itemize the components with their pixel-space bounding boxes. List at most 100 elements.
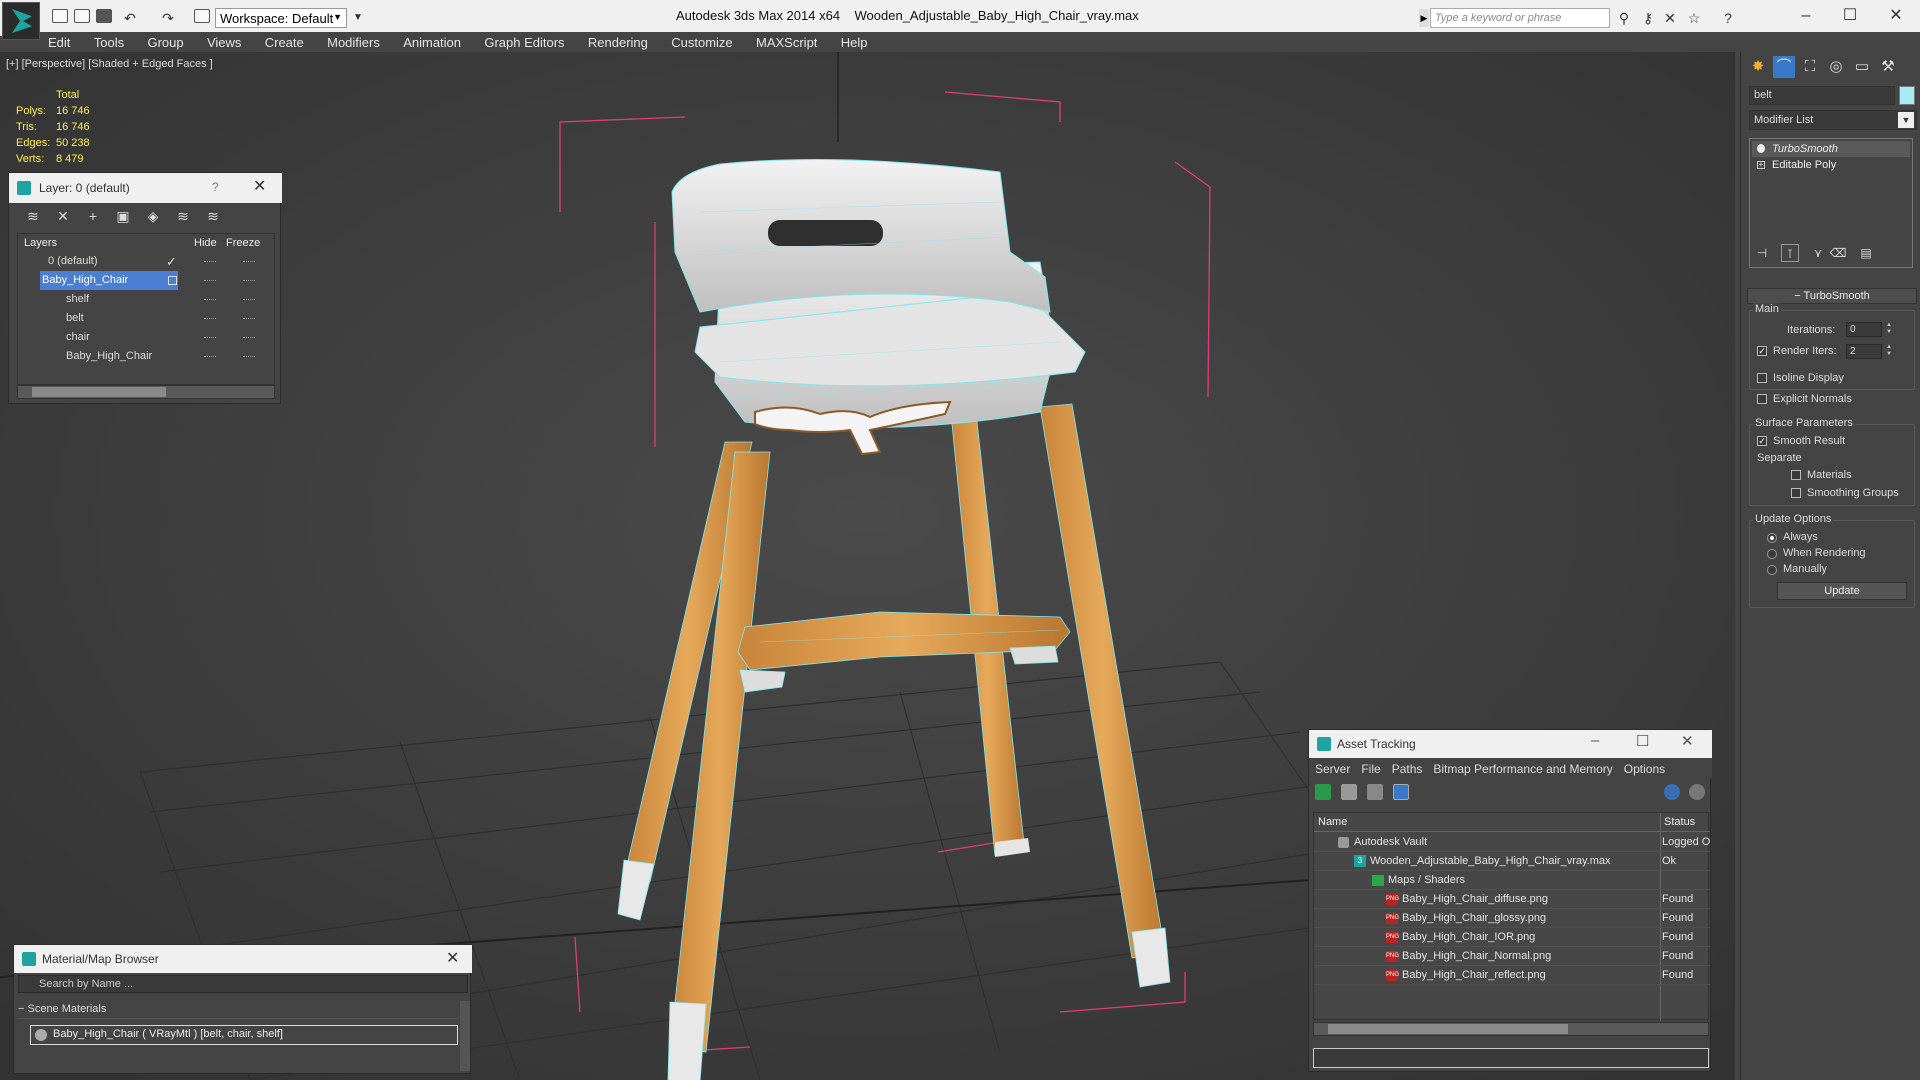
hide-all-layers-icon[interactable]: ≋ [173,206,193,226]
detail-view-icon[interactable] [1367,784,1383,800]
expand-icon[interactable]: + [1757,161,1765,169]
freeze-toggle[interactable] [243,299,255,301]
hide-toggle[interactable] [204,337,216,339]
asset-menu-paths[interactable]: Paths [1386,758,1428,776]
asset-row-png[interactable]: PNG Baby_High_Chair_glossy.png Found [1314,909,1710,928]
menu-create[interactable]: Create [257,32,312,52]
asset-horizontal-scrollbar[interactable] [1313,1022,1709,1036]
help-icon[interactable]: ? [212,180,219,194]
object-name-field[interactable]: belt [1749,86,1895,105]
settings-icon[interactable] [1689,784,1705,800]
help-icon[interactable] [1664,784,1680,800]
when-rendering-radio[interactable] [1767,549,1777,559]
material-scrollbar[interactable] [460,1001,470,1071]
column-hide[interactable]: Hide [194,234,217,252]
menu-customize[interactable]: Customize [663,32,740,52]
asset-menu-server[interactable]: Server [1309,758,1355,776]
stack-item-turbosmooth[interactable]: TurboSmooth [1752,141,1910,157]
render-iters-spinner[interactable]: 2 [1846,344,1882,359]
modify-tab-icon[interactable]: ⌒ [1773,56,1795,78]
menu-rendering[interactable]: Rendering [580,32,656,52]
favorites-star-icon[interactable]: ☆ [1686,10,1702,26]
open-file-icon[interactable] [74,9,90,23]
menu-animation[interactable]: Animation [395,32,469,52]
viewport-label[interactable]: [+] [Perspective] [Shaded + Edged Faces … [6,58,213,70]
hide-toggle[interactable] [204,356,216,358]
always-radio[interactable] [1767,533,1777,543]
project-folder-icon[interactable] [194,9,210,23]
delete-layer-icon[interactable]: ✕ [53,206,73,226]
asset-row-png[interactable]: PNG Baby_High_Chair_diffuse.png Found [1314,890,1710,909]
scene-materials-group[interactable]: − Scene Materials [18,1003,458,1019]
render-iters-checkbox[interactable]: ✓ [1757,346,1767,356]
show-end-result-icon[interactable]: ⊺ [1781,244,1799,262]
material-browser-titlebar[interactable]: Material/Map Browser ✕ [14,945,472,973]
object-color-swatch[interactable] [1899,86,1915,105]
layer-panel-titlebar[interactable]: Layer: 0 (default) ? ✕ [9,173,282,203]
close-icon[interactable]: ✕ [253,176,266,196]
layer-horizontal-scrollbar[interactable] [17,385,275,399]
modifier-list-dropdown[interactable]: Modifier List ▼ [1749,110,1917,130]
menu-help[interactable]: Help [833,32,876,52]
material-item[interactable]: Baby_High_Chair ( VRayMtl ) [belt, chair… [30,1025,458,1045]
asset-row-png[interactable]: PNG Baby_High_Chair_Normal.png Found [1314,947,1710,966]
close-button[interactable]: ✕ [1876,4,1916,28]
freeze-toggle[interactable] [243,356,255,358]
smooth-result-checkbox[interactable]: ✓ [1757,436,1767,446]
binoculars-icon[interactable]: ⚲ [1616,10,1632,26]
minimize-button[interactable]: – [1591,732,1599,749]
column-layers[interactable]: Layers [24,234,57,252]
menu-edit[interactable]: Edit [40,32,78,52]
object-row-belt[interactable]: belt [18,309,276,328]
stack-item-editable-poly[interactable]: + Editable Poly [1752,157,1910,173]
object-row-chair[interactable]: chair [18,328,276,347]
asset-menu-bitmap[interactable]: Bitmap Performance and Memory [1427,758,1617,776]
display-tab-icon[interactable]: ▭ [1851,56,1873,78]
motion-tab-icon[interactable]: ◎ [1825,56,1847,78]
close-icon[interactable]: ✕ [446,948,459,968]
workspace-dropdown[interactable]: Workspace: Default ▼ [215,8,347,28]
search-input[interactable]: Type a keyword or phrase [1430,8,1610,28]
turbosmooth-rollout-header[interactable]: − TurboSmooth [1747,288,1917,304]
utilities-tab-icon[interactable]: ⚒ [1877,56,1899,78]
menu-group[interactable]: Group [139,32,191,52]
column-name[interactable]: Name [1318,813,1347,831]
search-expand-icon[interactable]: ▶ [1419,9,1429,27]
remove-modifier-icon[interactable]: ⌫ [1829,244,1847,262]
column-freeze[interactable]: Freeze [226,234,260,252]
hide-toggle[interactable] [204,299,216,301]
maximize-button[interactable]: ☐ [1830,4,1870,28]
material-search-input[interactable]: Search by Name ... [18,975,468,993]
menu-graph-editors[interactable]: Graph Editors [476,32,572,52]
configure-modifier-sets-icon[interactable]: ▤ [1857,244,1875,262]
asset-row-vault[interactable]: Autodesk Vault Logged O [1314,833,1710,852]
list-view-icon[interactable] [1341,784,1357,800]
column-status[interactable]: Status [1664,813,1695,831]
spinner-arrows-icon[interactable]: ▲ ▼ [1885,344,1893,359]
freeze-toggle[interactable] [243,318,255,320]
key-icon[interactable]: ⚷ [1640,10,1656,26]
freeze-toggle[interactable] [243,337,255,339]
menu-modifiers[interactable]: Modifiers [319,32,388,52]
pin-stack-icon[interactable]: ⊣ [1753,244,1771,262]
hierarchy-tab-icon[interactable]: ⛶ [1799,56,1821,78]
layer-row-baby-high-chair[interactable]: Baby_High_Chair [18,271,276,290]
freeze-toggle[interactable] [243,261,255,263]
table-view-icon[interactable] [1393,784,1409,800]
asset-menu-file[interactable]: File [1355,758,1385,776]
refresh-icon[interactable] [1315,784,1331,800]
app-menu-logo[interactable] [2,2,40,40]
asset-menu-options[interactable]: Options [1618,758,1670,776]
create-tab-icon[interactable]: ✸ [1747,56,1769,78]
exchange-icon[interactable]: ✕ [1662,10,1678,26]
spinner-arrows-icon[interactable]: ▲ ▼ [1885,322,1893,337]
lightbulb-icon[interactable] [1757,144,1765,153]
asset-row-png[interactable]: PNG Baby_High_Chair_IOR.png Found [1314,928,1710,947]
current-layer-icon[interactable] [168,276,177,285]
freeze-all-layers-icon[interactable]: ≋ [203,206,223,226]
close-button[interactable]: ✕ [1681,732,1694,750]
layer-row-default[interactable]: 0 (default) ✓ [18,252,276,271]
add-layer-icon[interactable]: + [83,206,103,226]
iterations-spinner[interactable]: 0 [1846,322,1882,337]
menu-tools[interactable]: Tools [86,32,132,52]
